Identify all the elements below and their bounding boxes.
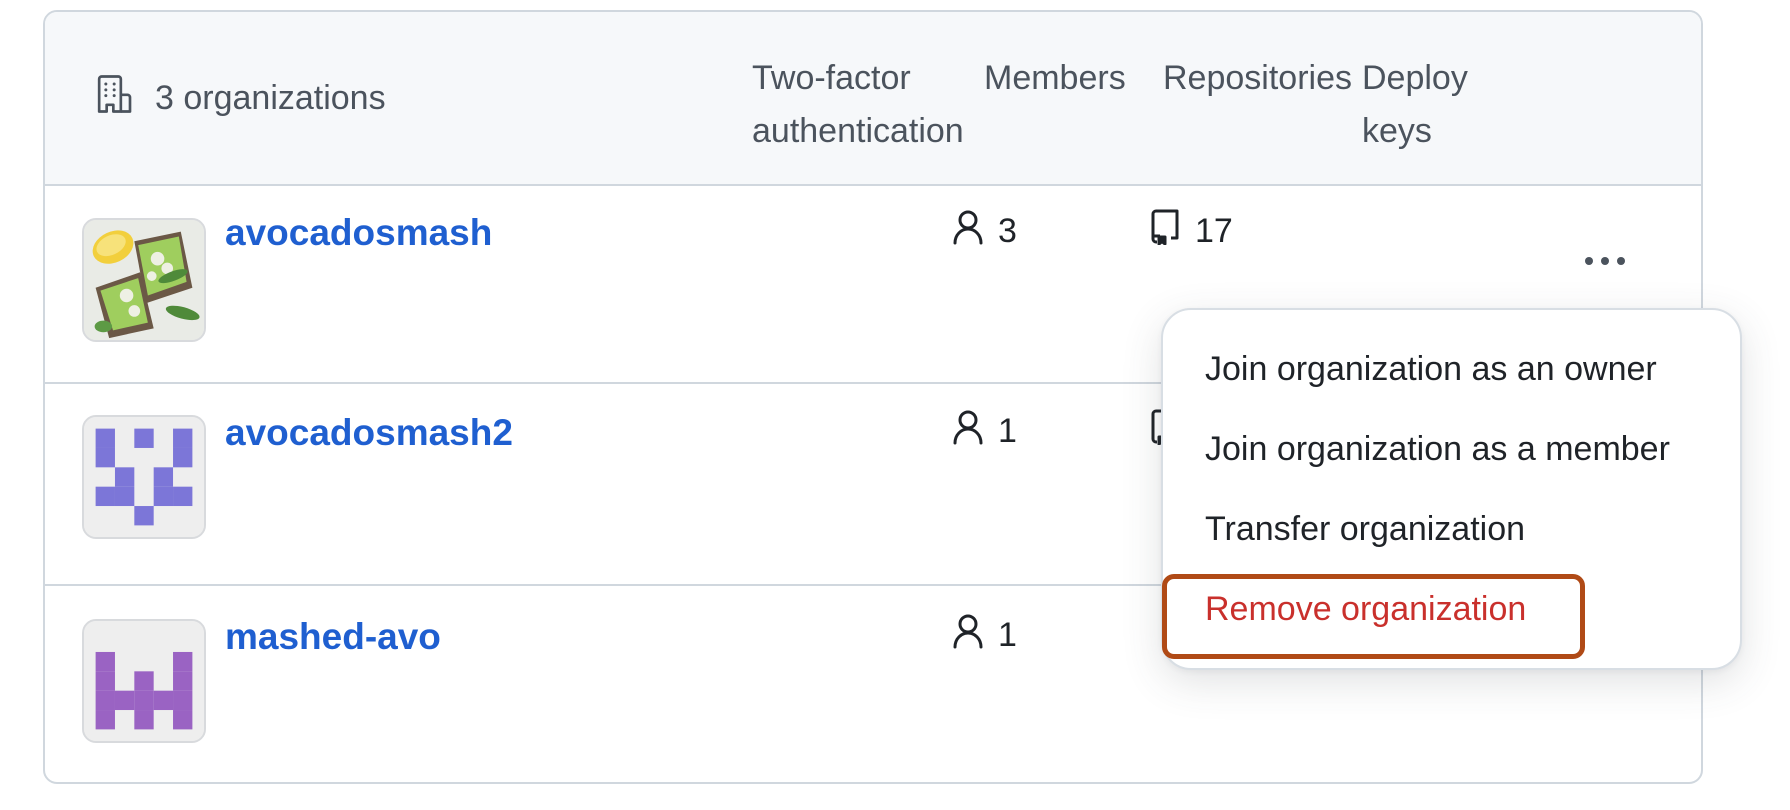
- identicon-cell: [95, 447, 115, 468]
- members-count-value: 1: [998, 412, 1017, 450]
- org-name-link[interactable]: avocadosmash: [225, 212, 492, 254]
- identicon-cell: [173, 671, 193, 691]
- identicon-cell: [95, 651, 115, 672]
- members-count-value: 1: [998, 616, 1017, 654]
- identicon-cell: [134, 690, 154, 711]
- identicon-cell: [173, 710, 193, 730]
- org-name-link[interactable]: mashed-avo: [225, 616, 441, 658]
- repositories-count-value: 17: [1195, 212, 1233, 250]
- members-count-value: 3: [998, 212, 1017, 250]
- identicon-cell: [153, 467, 174, 487]
- menu-item-join-as-member[interactable]: Join organization as a member: [1205, 430, 1670, 469]
- identicon-cell: [134, 710, 154, 730]
- menu-item-transfer-organization[interactable]: Transfer organization: [1205, 510, 1525, 549]
- column-header-deploy-keys: Deploy keys: [1362, 52, 1468, 158]
- org-actions-button[interactable]: [1573, 241, 1637, 281]
- org-name-link[interactable]: avocadosmash2: [225, 412, 513, 454]
- identicon-cell: [173, 447, 193, 468]
- members-count: 1: [952, 409, 1017, 454]
- table-header: 3 organizations Two-factor authenticatio…: [45, 12, 1701, 186]
- identicon-cell: [134, 428, 154, 448]
- table-header-title: 3 organizations: [95, 74, 386, 123]
- column-header-line: keys: [1362, 112, 1432, 150]
- org-actions-menu: Join organization as an owner Join organ…: [1161, 308, 1742, 670]
- identicon-cell: [95, 710, 115, 730]
- kebab-dot: [1617, 257, 1625, 265]
- column-header-repositories: Repositories: [1163, 52, 1352, 105]
- column-header-line: Two-factor: [752, 59, 911, 97]
- organizations-count: 3 organizations: [155, 79, 386, 117]
- identicon-cell: [134, 506, 154, 526]
- identicon-cell: [153, 690, 174, 711]
- avatar: [82, 415, 206, 539]
- organization-icon: [95, 74, 135, 123]
- avocado-toast-photo: [84, 220, 204, 340]
- repositories-count: 17: [1149, 209, 1233, 254]
- members-count: 3: [952, 209, 1017, 254]
- identicon-cell: [95, 486, 115, 507]
- column-header-line: authentication: [752, 112, 964, 150]
- identicon-cell: [153, 486, 174, 507]
- identicon-cell: [114, 690, 135, 711]
- identicon-cell: [173, 428, 193, 448]
- identicon-cell: [95, 428, 115, 448]
- person-icon: [952, 409, 984, 454]
- identicon-cell: [114, 467, 135, 487]
- identicon-avatar: [84, 417, 204, 537]
- identicon-cell: [134, 671, 154, 691]
- avatar: [82, 218, 206, 342]
- avatar: [82, 619, 206, 743]
- column-header-two-factor: Two-factor authentication: [752, 52, 964, 158]
- identicon-cell: [173, 486, 193, 507]
- menu-item-remove-organization[interactable]: Remove organization: [1205, 590, 1526, 629]
- repo-icon: [1149, 209, 1181, 254]
- members-count: 1: [952, 613, 1017, 658]
- column-header-line: Members: [984, 59, 1126, 97]
- kebab-dot: [1601, 257, 1609, 265]
- person-icon: [952, 613, 984, 658]
- column-header-line: Repositories: [1163, 59, 1352, 97]
- identicon-avatar: [84, 621, 204, 741]
- identicon-cell: [95, 690, 115, 711]
- identicon-cell: [173, 651, 193, 672]
- column-header-members: Members: [984, 52, 1126, 105]
- column-header-line: Deploy: [1362, 59, 1468, 97]
- identicon-cell: [114, 486, 135, 507]
- identicon-cell: [95, 671, 115, 691]
- kebab-horizontal-icon: [1585, 257, 1593, 265]
- person-icon: [952, 209, 984, 254]
- menu-item-join-as-owner[interactable]: Join organization as an owner: [1205, 350, 1657, 389]
- identicon-cell: [173, 690, 193, 711]
